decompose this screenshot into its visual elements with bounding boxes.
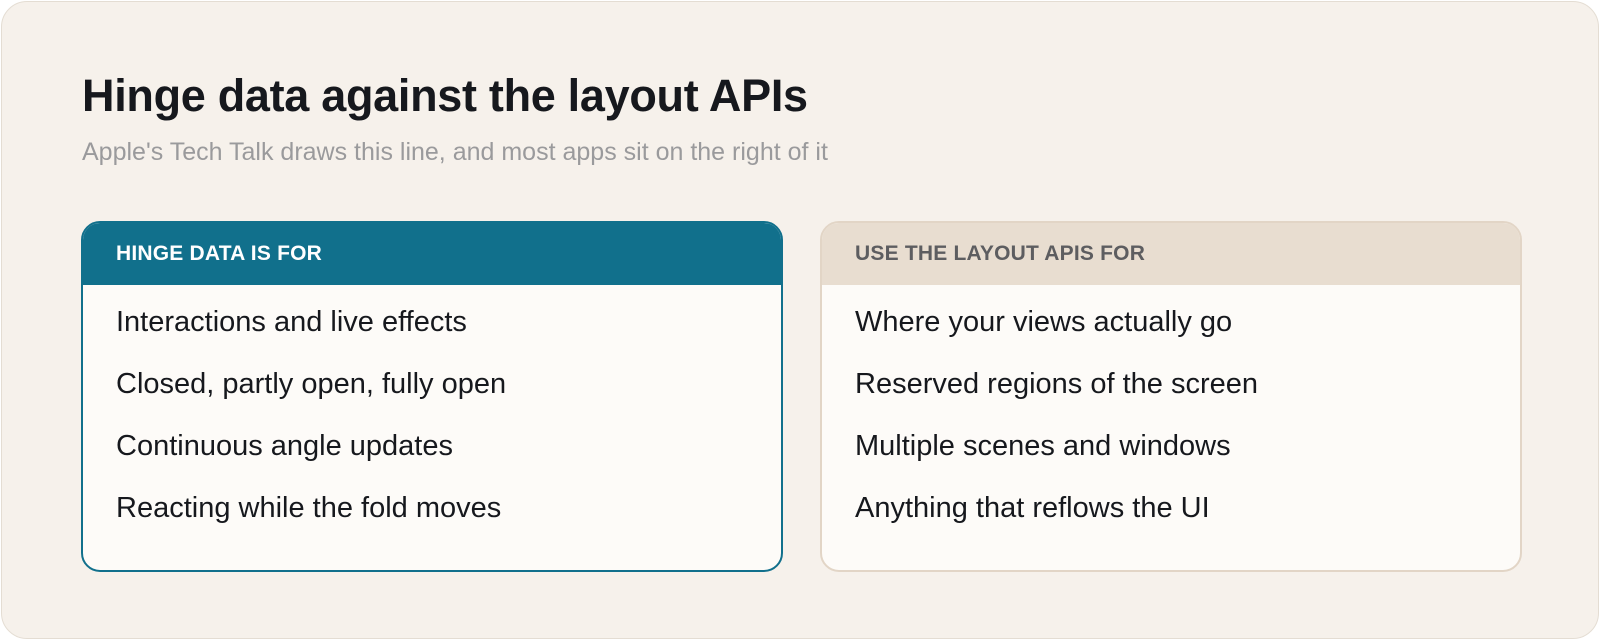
- list-item: Multiple scenes and windows: [855, 430, 1231, 462]
- list-item: Reacting while the fold moves: [116, 492, 502, 524]
- slide-panel: Hinge data against the layout APIs Apple…: [1, 1, 1599, 639]
- hinge-data-list: Interactions and live effects Closed, pa…: [83, 285, 781, 546]
- list-item: Interactions and live effects: [116, 306, 467, 338]
- list-item: Anything that reflows the UI: [855, 492, 1210, 524]
- list-item: Closed, partly open, fully open: [116, 368, 507, 400]
- layout-apis-card: USE THE LAYOUT APIS FOR Where your views…: [820, 221, 1522, 572]
- layout-apis-list: Where your views actually go Reserved re…: [822, 285, 1520, 546]
- list-item: Reserved regions of the screen: [855, 368, 1258, 400]
- list-item: Where your views actually go: [855, 306, 1233, 338]
- list-item: Continuous angle updates: [116, 430, 453, 462]
- page-subtitle: Apple's Tech Talk draws this line, and m…: [82, 138, 828, 166]
- hinge-data-card-header: HINGE DATA IS FOR: [83, 223, 781, 285]
- page-title: Hinge data against the layout APIs: [82, 70, 808, 121]
- layout-apis-card-header: USE THE LAYOUT APIS FOR: [822, 223, 1520, 285]
- hinge-data-card: HINGE DATA IS FOR Interactions and live …: [81, 221, 783, 572]
